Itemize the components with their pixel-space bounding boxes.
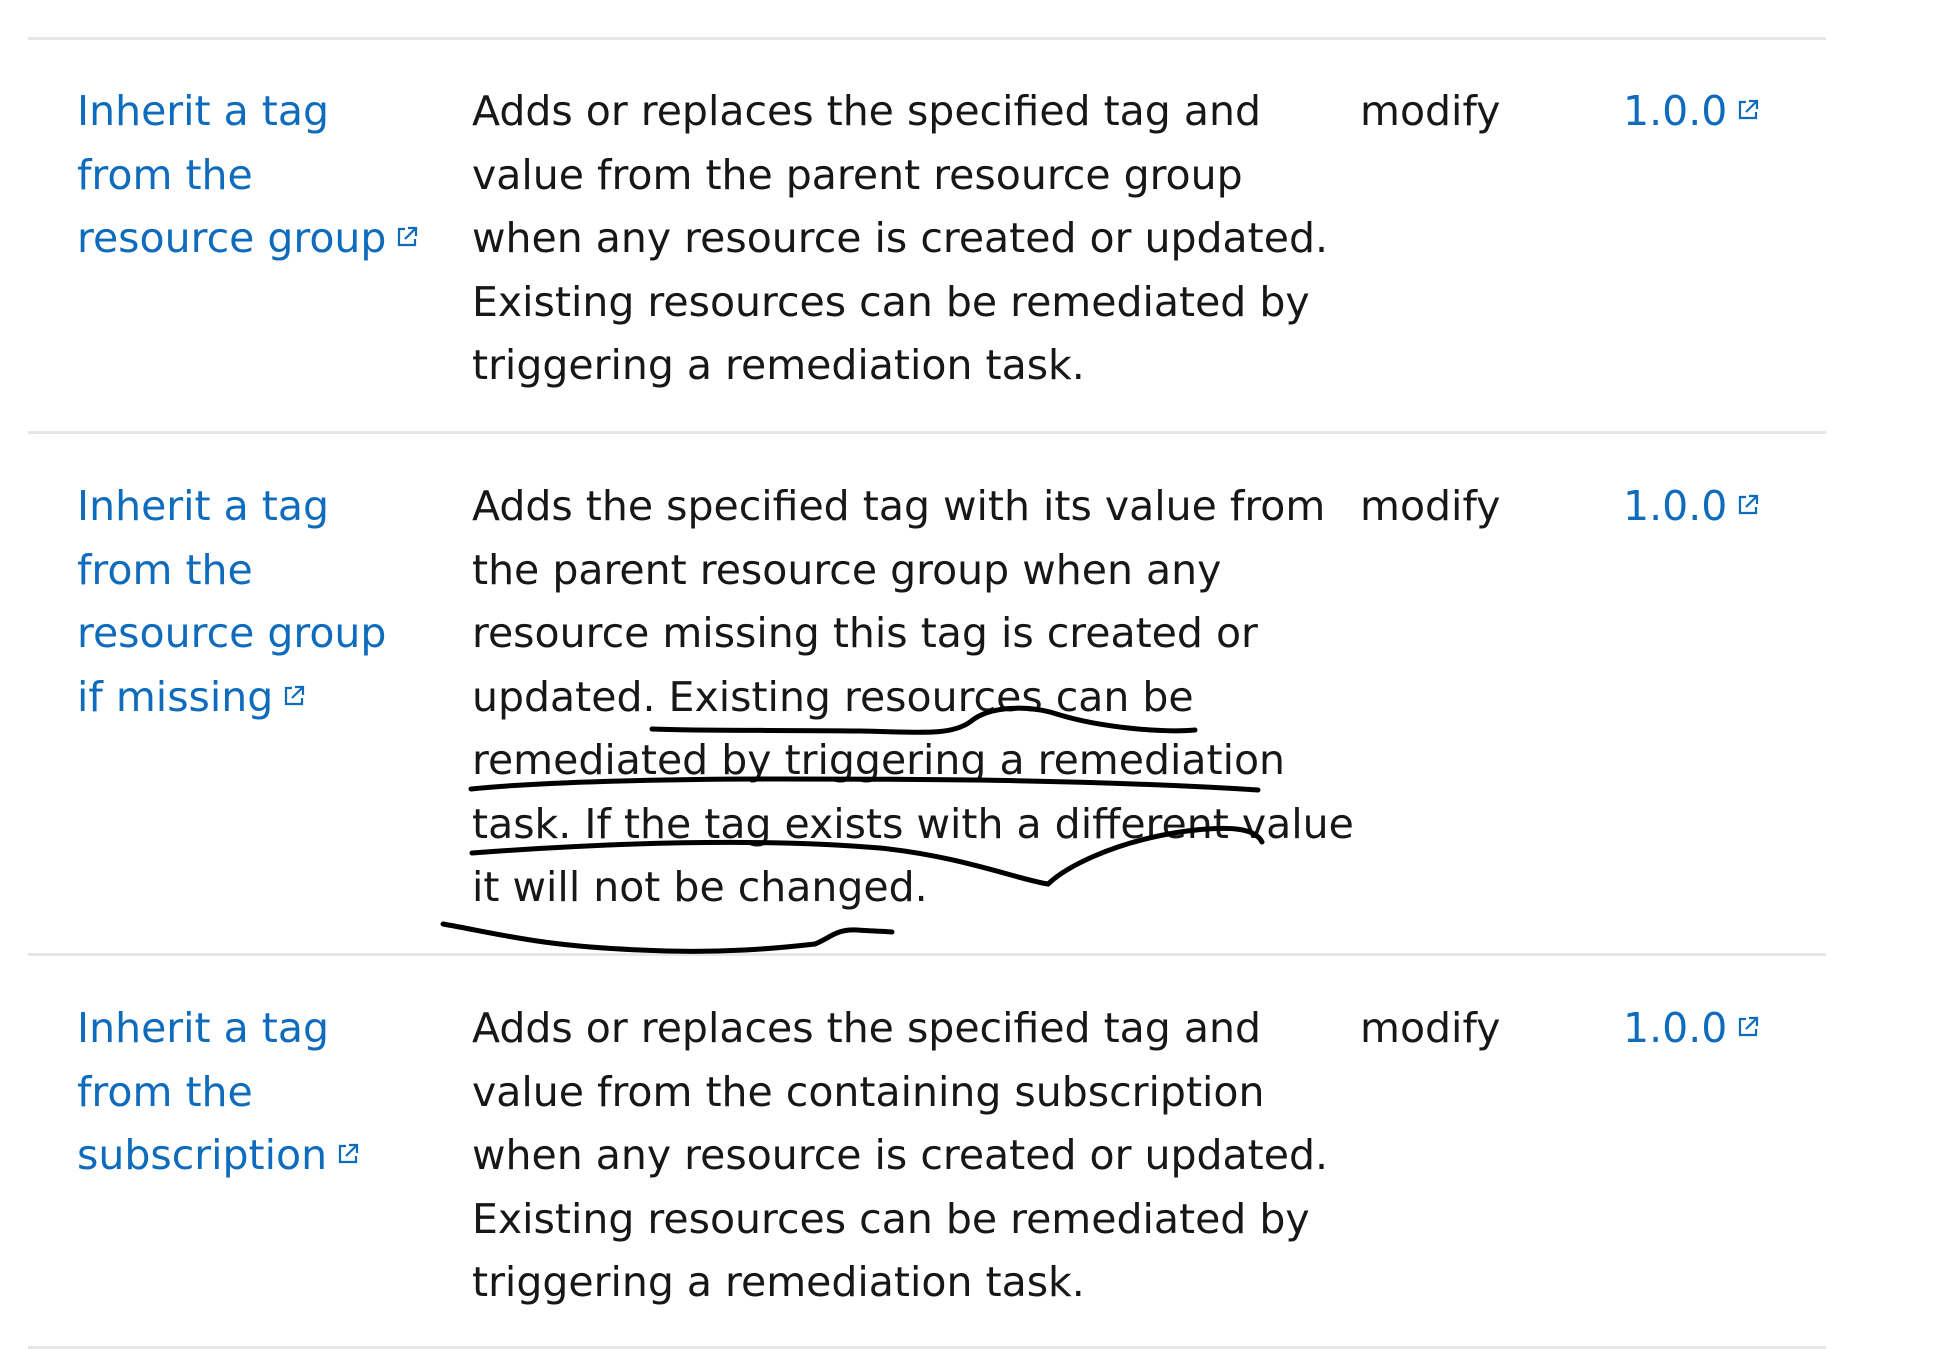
external-link-icon [1735, 492, 1761, 518]
underline-stroke [440, 921, 895, 954]
table-rule-row-2 [28, 953, 1826, 956]
table-rule-top [28, 37, 1826, 40]
external-link-icon [335, 1141, 361, 1167]
description-line: Adds the specified tag with its value fr… [472, 482, 1326, 530]
description-line: Adds or replaces the specified tag and [472, 87, 1261, 135]
policy-name-line: Inherit a tag [77, 87, 330, 135]
version-cell: 1.0.0 [1623, 475, 1761, 539]
description-cell: Adds the specified tag with its value fr… [472, 475, 1354, 920]
description-line: value from the containing subscription [472, 1067, 1265, 1116]
table-rule-row-1 [28, 431, 1826, 434]
description-line: Existing resources can be remediated by [472, 277, 1310, 326]
description-line: the parent resource group when any [472, 545, 1222, 594]
effect-cell: modify [1360, 87, 1501, 135]
version-link[interactable]: 1.0.0 [1623, 1004, 1761, 1052]
policy-name-cell: Inherit a tag from the subscription [77, 997, 361, 1188]
policy-name-link[interactable]: Inherit a tag from the subscription [77, 997, 361, 1188]
policy-name-line: from the [77, 1067, 253, 1116]
policy-name-link[interactable]: Inherit a tag from the resource group if… [77, 475, 386, 729]
description-line: Existing resources can be remediated by [472, 1194, 1310, 1243]
description-cell: Adds or replaces the specified tag and v… [472, 80, 1328, 398]
description-line: remediated by triggering a remediation [472, 736, 1286, 784]
policy-name-line: Inherit a tag [77, 482, 330, 530]
description-line: when any resource is created or updated. [472, 214, 1329, 262]
description-line: updated. Existing resources can be [472, 672, 1194, 721]
policy-name-line: resource group [77, 609, 387, 657]
external-link-icon [394, 224, 420, 250]
policy-name-line: if missing [77, 666, 386, 730]
description-line: when any resource is created or updated. [472, 1131, 1329, 1179]
description-cell: Adds or replaces the specified tag and v… [472, 997, 1328, 1315]
external-link-icon [1735, 1014, 1761, 1040]
version-cell: 1.0.0 [1623, 997, 1761, 1061]
policy-name-line: from the [77, 545, 253, 594]
policy-name-cell: Inherit a tag from the resource group if… [77, 475, 386, 729]
description-line: task. If the tag exists with a different… [472, 799, 1354, 848]
policy-name-cell: Inherit a tag from the resource group [77, 80, 420, 271]
effect-cell: modify [1360, 1004, 1501, 1052]
description-line: resource missing this tag is created or [472, 609, 1258, 657]
external-link-icon [1735, 97, 1761, 123]
description-line: triggering a remediation task. [472, 341, 1085, 389]
version-cell: 1.0.0 [1623, 80, 1761, 144]
policy-name-line: resource group [77, 207, 420, 271]
description-line: it will not be changed. [472, 863, 928, 911]
external-link-icon [281, 683, 307, 709]
policy-name-line: from the [77, 150, 253, 199]
policy-name-line: Inherit a tag [77, 1004, 330, 1052]
effect-cell: modify [1360, 482, 1501, 530]
policy-name-link[interactable]: Inherit a tag from the resource group [77, 80, 420, 271]
description-line: triggering a remediation task. [472, 1258, 1085, 1306]
description-line: Adds or replaces the specified tag and [472, 1004, 1261, 1052]
version-link[interactable]: 1.0.0 [1623, 482, 1761, 530]
version-link[interactable]: 1.0.0 [1623, 87, 1761, 135]
policy-name-line: subscription [77, 1124, 361, 1188]
description-line: value from the parent resource group [472, 150, 1243, 199]
